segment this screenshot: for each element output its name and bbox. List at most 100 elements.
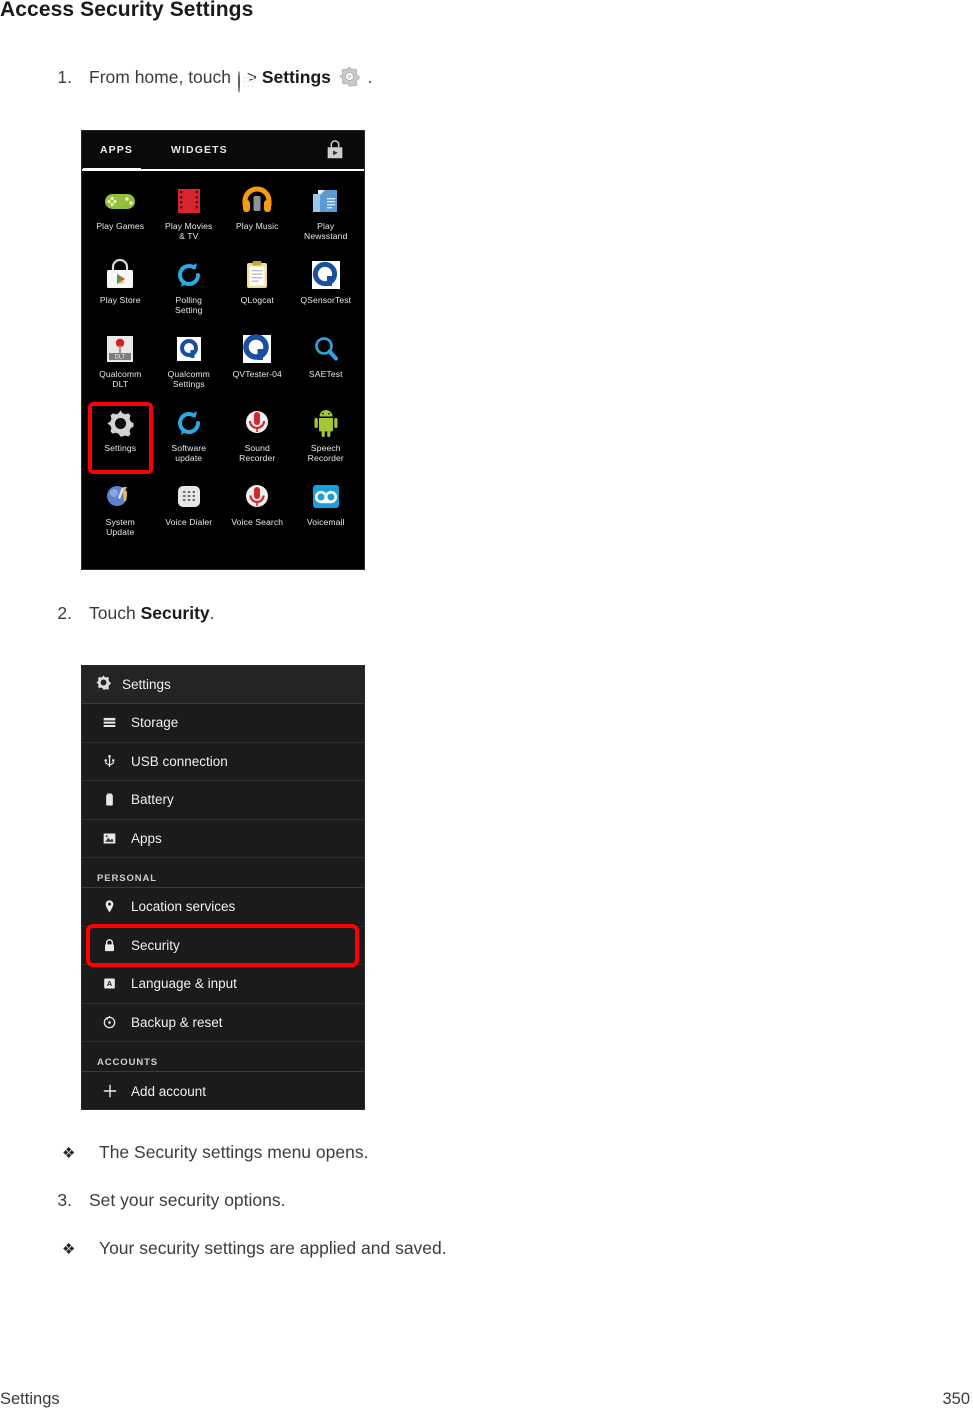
tab-widgets[interactable]: WIDGETS (171, 144, 228, 156)
app-label: Voice Search (231, 517, 284, 527)
android-settings-menu-screenshot: Settings Storage USB connection Battery … (81, 665, 365, 1110)
keypad-icon (172, 480, 206, 514)
app-label: Qualcomm DLT (99, 369, 142, 389)
app-cell-voicemail[interactable]: Voicemail (292, 475, 361, 548)
settings-row-location-services[interactable]: Location services (82, 888, 364, 927)
app-label: Qualcomm Settings (167, 369, 210, 389)
app-cell-software-update[interactable]: Software update (155, 401, 224, 474)
plus-icon (101, 1083, 118, 1099)
app-cell-sound-recorder[interactable]: Sound Recorder (223, 401, 292, 474)
diamond-bullet-icon: ❖ (62, 1145, 76, 1162)
lock-icon (101, 938, 118, 953)
gear-icon (95, 674, 112, 696)
svg-text:A: A (107, 979, 113, 988)
settings-row-security[interactable]: Security (82, 923, 364, 967)
gear-icon (103, 406, 137, 440)
app-label: Play Music (235, 221, 279, 231)
qualcomm-q-icon (309, 258, 343, 292)
app-label: Speech Recorder (307, 443, 344, 463)
app-label: Play Newsstand (304, 221, 348, 241)
play-store-bag-icon (103, 258, 137, 292)
app-cell-settings[interactable]: Settings (86, 401, 155, 474)
step-3-body: Set your security options. (89, 1190, 286, 1210)
app-label: Sound Recorder (239, 443, 276, 463)
apps-image-icon (101, 831, 118, 846)
app-label: Play Games (96, 221, 145, 231)
microphone-red-icon (240, 406, 274, 440)
step-1-bold-label: Settings (261, 67, 331, 87)
step-2-body: Touch Security. (89, 603, 215, 624)
microphone-red-icon (240, 480, 274, 514)
location-pin-icon (101, 899, 118, 914)
app-cell-voice-dialer[interactable]: Voice Dialer (155, 475, 224, 548)
app-cell-qualcomm-settings[interactable]: Qualcomm Settings (155, 327, 224, 400)
settings-section-personal: PERSONAL (82, 858, 364, 888)
qualcomm-dlt-icon: DLT (103, 332, 137, 366)
settings-header: Settings (82, 666, 364, 704)
settings-row-label: Language & input (131, 976, 237, 992)
settings-section-accounts: ACCOUNTS (82, 1042, 364, 1072)
android-apps-drawer-screenshot: APPS WIDGETS Play Games Play Movies & TV… (81, 130, 365, 570)
app-cell-play-games[interactable]: Play Games (86, 179, 155, 252)
step-1: 1. From home, touch > Settings . (30, 65, 373, 93)
settings-row-storage[interactable]: Storage (82, 704, 364, 743)
backup-reset-icon (101, 1015, 118, 1030)
headphones-icon (240, 184, 274, 218)
apps-grid: Play Games Play Movies & TV Play Music P… (82, 171, 364, 552)
app-label: System Update (105, 517, 135, 537)
app-cell-qualcomm-dlt[interactable]: DLT Qualcomm DLT (86, 327, 155, 400)
app-label: SAETest (308, 369, 343, 379)
app-cell-play-store[interactable]: Play Store (86, 253, 155, 326)
app-cell-saetest[interactable]: SAETest (292, 327, 361, 400)
battery-icon (101, 792, 118, 807)
settings-row-usb-connection[interactable]: USB connection (82, 743, 364, 781)
qualcomm-q-icon (240, 332, 274, 366)
settings-row-backup-reset[interactable]: Backup & reset (82, 1004, 364, 1042)
language-a-icon: A (101, 976, 118, 991)
app-cell-play-music[interactable]: Play Music (223, 179, 292, 252)
app-label: Voice Dialer (165, 517, 213, 527)
settings-row-battery[interactable]: Battery (82, 781, 364, 820)
step-1-body: From home, touch > Settings . (89, 65, 373, 93)
refresh-circle-icon (172, 406, 206, 440)
app-cell-speech-recorder[interactable]: Speech Recorder (292, 401, 361, 474)
drawer-tab-bar: APPS WIDGETS (82, 131, 364, 171)
result-bullet-2-text: Your security settings are applied and s… (99, 1238, 447, 1258)
result-bullet-2: ❖ Your security settings are applied and… (62, 1238, 447, 1259)
app-label: Play Store (99, 295, 141, 305)
app-label: Polling Setting (175, 295, 203, 315)
settings-row-label: Apps (131, 830, 162, 846)
settings-row-add-account[interactable]: Add account (82, 1072, 364, 1109)
settings-row-apps[interactable]: Apps (82, 820, 364, 858)
newsstand-icon (309, 184, 343, 218)
play-store-bag-icon[interactable] (324, 139, 346, 161)
step-2-text-before: Touch (89, 603, 136, 623)
footer-page-number: 350 (942, 1390, 970, 1408)
clipboard-icon (240, 258, 274, 292)
app-cell-play-movies-tv[interactable]: Play Movies & TV (155, 179, 224, 252)
app-cell-qsensortest[interactable]: QSensorTest (292, 253, 361, 326)
step-1-text-before: From home, touch (89, 67, 231, 87)
settings-header-title: Settings (122, 677, 171, 692)
settings-row-language-input[interactable]: A Language & input (82, 965, 364, 1004)
app-cell-voice-search[interactable]: Voice Search (223, 475, 292, 548)
result-bullet-1-text: The Security settings menu opens. (99, 1142, 369, 1162)
app-cell-play-newsstand[interactable]: Play Newsstand (292, 179, 361, 252)
step-2-text-after: . (209, 603, 215, 623)
app-cell-qlogcat[interactable]: QLogcat (223, 253, 292, 326)
app-cell-system-update[interactable]: System Update (86, 475, 155, 548)
app-cell-polling-setting[interactable]: Polling Setting (155, 253, 224, 326)
tab-apps[interactable]: APPS (100, 144, 133, 156)
step-3: 3. Set your security options. (30, 1190, 285, 1211)
app-cell-qvtester-04[interactable]: QVTester-04 (223, 327, 292, 400)
page-title: Access Security Settings (0, 0, 254, 21)
step-2-number: 2. (57, 603, 72, 623)
step-1-number: 1. (57, 67, 72, 87)
voicemail-icon (309, 480, 343, 514)
app-label: QVTester-04 (232, 369, 282, 379)
app-label: Voicemail (306, 517, 345, 527)
step-3-number: 3. (57, 1190, 72, 1210)
step-2-bold-label: Security (140, 603, 210, 623)
tab-selected-underline (83, 168, 141, 171)
app-label: QSensorTest (300, 295, 352, 305)
